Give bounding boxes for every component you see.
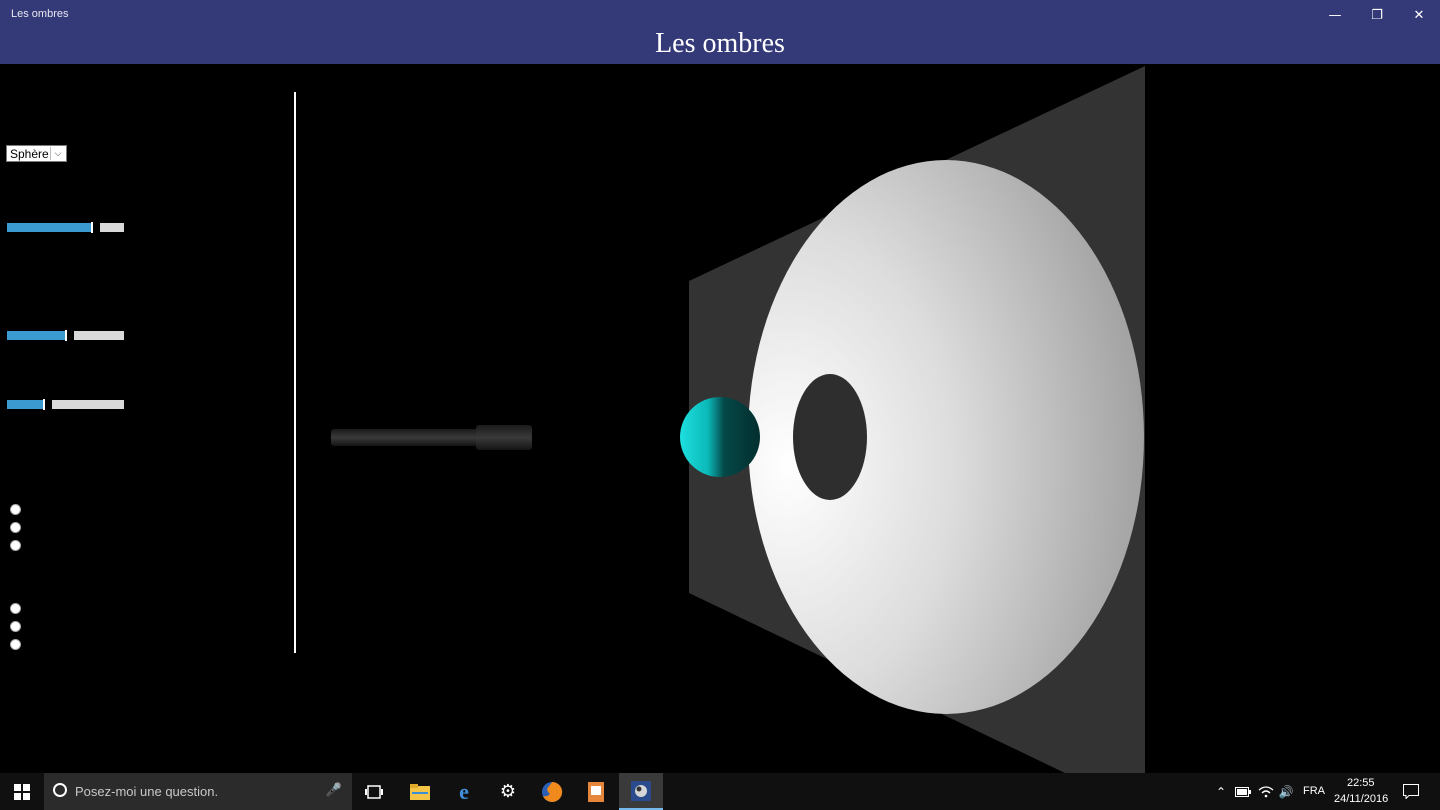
methode2-radio-milieu[interactable] bbox=[10, 621, 21, 632]
slider-fill bbox=[7, 400, 43, 409]
taille-lampe-slider[interactable] bbox=[7, 399, 124, 410]
slider-fill bbox=[7, 331, 65, 340]
settings-gear-icon[interactable]: ⚙ bbox=[486, 773, 530, 810]
minimize-button[interactable]: — bbox=[1314, 0, 1356, 30]
clock-time[interactable]: 22:55 bbox=[1347, 777, 1375, 789]
language-indicator[interactable]: FRA bbox=[1303, 785, 1325, 797]
app-title: Les ombres bbox=[655, 28, 785, 59]
clock-date[interactable]: 24/11/2016 bbox=[1334, 793, 1388, 805]
slider-thumb[interactable] bbox=[91, 222, 93, 233]
methode1-radio-milieu[interactable] bbox=[10, 522, 21, 533]
task-view-icon[interactable] bbox=[352, 773, 396, 810]
close-button[interactable]: ✕ bbox=[1398, 0, 1440, 30]
wifi-icon[interactable] bbox=[1256, 773, 1276, 810]
scene-viewport[interactable] bbox=[296, 64, 1440, 773]
flashlight[interactable] bbox=[331, 425, 532, 450]
methode2-label-milieu: Milieu bbox=[28, 619, 66, 634]
les-ombres-app-icon[interactable] bbox=[619, 773, 663, 810]
windows-start-icon[interactable] bbox=[0, 773, 44, 810]
sphere[interactable] bbox=[680, 397, 760, 477]
position-label: Modifier la position de l'ombre: bbox=[6, 435, 237, 454]
firefox-icon[interactable] bbox=[530, 773, 574, 810]
title-bar: Les ombres — ❐ ✕ Les ombres bbox=[0, 0, 1440, 64]
methode1-radio-bas[interactable] bbox=[10, 504, 21, 515]
taille-forme-slider[interactable] bbox=[7, 330, 124, 341]
methode1-radio-haut[interactable] bbox=[10, 540, 21, 551]
methode1-text: - Méthode 1: modifier la position de la … bbox=[6, 470, 261, 485]
taskbar: Posez-moi une question. 🎤 e ⚙ ⌃ 🔊 FRA 22… bbox=[0, 773, 1440, 810]
notifications-icon[interactable] bbox=[1400, 773, 1422, 810]
methode2-label-haut: Haut bbox=[28, 637, 56, 652]
chevron-down-icon: ⌵ bbox=[50, 147, 65, 160]
slider-track bbox=[74, 331, 124, 340]
document-app-icon[interactable] bbox=[574, 773, 618, 810]
forme-select[interactable]: Sphère ⌵ bbox=[6, 145, 67, 162]
slider-track bbox=[52, 400, 124, 409]
restore-button[interactable]: ❐ bbox=[1356, 0, 1398, 30]
taille-label: Changer la taille de l'ombre: bbox=[6, 257, 215, 276]
file-explorer-icon[interactable] bbox=[398, 773, 442, 810]
methode1-label-milieu: Milieu bbox=[28, 520, 66, 535]
forme-label: Forme: bbox=[6, 109, 60, 128]
intensite-slider[interactable] bbox=[7, 222, 124, 233]
slider-fill bbox=[7, 223, 91, 232]
taille-forme-text: - En changeant la position selon x de la… bbox=[6, 293, 263, 308]
intensite-label: Intensité de la lampe: bbox=[6, 179, 163, 198]
search-placeholder: Posez-moi une question. bbox=[75, 784, 219, 799]
slider-track bbox=[100, 223, 124, 232]
methode2-text: - Méthode 2: modifier la position de la … bbox=[6, 569, 260, 584]
methode2-radio-bas[interactable] bbox=[10, 603, 21, 614]
taille-lampe-text: - En changeant la position selon x de la… bbox=[6, 362, 264, 377]
battery-icon[interactable] bbox=[1233, 773, 1253, 810]
cortana-icon bbox=[53, 783, 67, 797]
slider-thumb[interactable] bbox=[43, 399, 45, 410]
window-controls: — ❐ ✕ bbox=[1314, 0, 1440, 30]
volume-icon[interactable]: 🔊 bbox=[1276, 773, 1296, 810]
methode1-label-bas: Bas bbox=[28, 502, 49, 517]
microphone-icon[interactable]: 🎤 bbox=[326, 782, 342, 798]
chevron-up-icon[interactable]: ⌃ bbox=[1212, 773, 1230, 810]
slider-thumb[interactable] bbox=[65, 330, 67, 341]
methode2-label-bas: Bas bbox=[28, 601, 49, 616]
shadow bbox=[793, 374, 867, 500]
search-box[interactable]: Posez-moi une question. 🎤 bbox=[44, 773, 352, 810]
methode1-label-haut: Haut bbox=[28, 538, 56, 553]
forme-select-value: Sphère bbox=[10, 147, 49, 161]
methode2-radio-haut[interactable] bbox=[10, 639, 21, 650]
window-title: Les ombres bbox=[11, 8, 69, 20]
edge-icon[interactable]: e bbox=[442, 773, 486, 810]
